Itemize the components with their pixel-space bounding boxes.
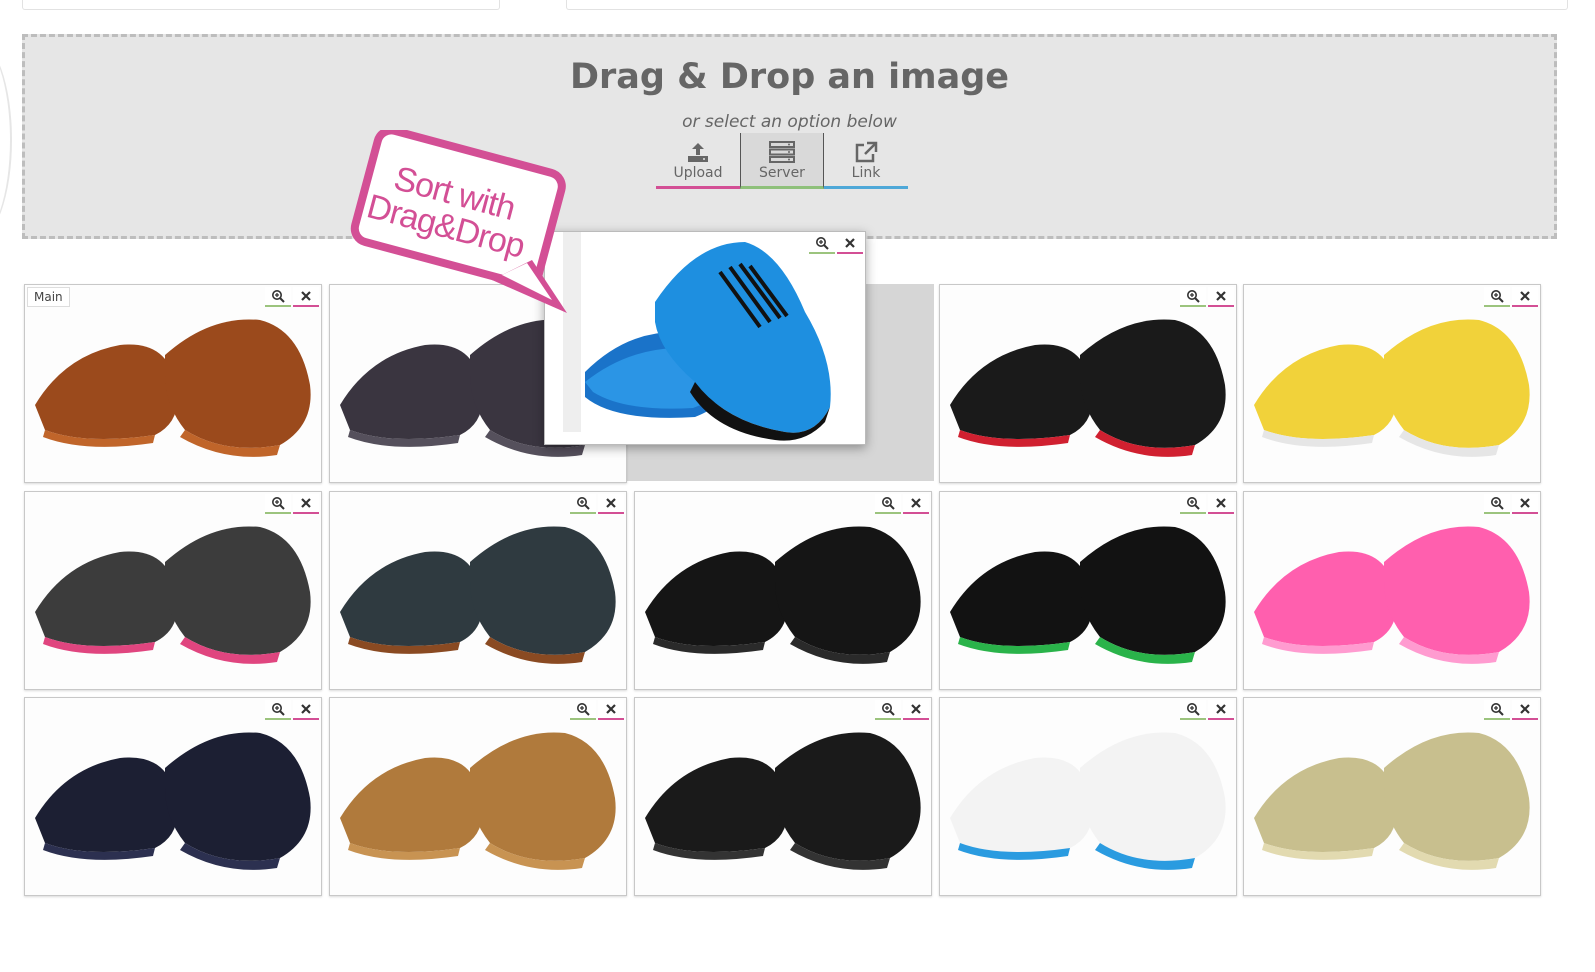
gallery-item[interactable] xyxy=(939,284,1237,483)
zoom-in-icon[interactable] xyxy=(265,287,291,307)
leather-boat-shoes-image xyxy=(330,492,626,689)
image-actions xyxy=(809,234,863,254)
tan-wedge-booties-image xyxy=(330,698,626,895)
image-actions xyxy=(1180,287,1234,307)
image-actions xyxy=(1180,700,1234,720)
image-actions xyxy=(1484,287,1538,307)
close-icon[interactable] xyxy=(1512,700,1538,720)
close-icon[interactable] xyxy=(903,700,929,720)
close-icon[interactable] xyxy=(903,494,929,514)
image-actions xyxy=(265,287,319,307)
gallery-item[interactable] xyxy=(939,697,1237,896)
zoom-in-icon[interactable] xyxy=(1484,494,1510,514)
image-actions xyxy=(1484,700,1538,720)
zoom-in-icon[interactable] xyxy=(570,494,596,514)
close-icon[interactable] xyxy=(293,287,319,307)
zoom-in-icon[interactable] xyxy=(1180,700,1206,720)
gold-ballet-flats-image xyxy=(1244,698,1540,895)
black-lug-boat-shoes-image xyxy=(635,698,931,895)
server-label: Server xyxy=(759,165,805,181)
gallery-item[interactable] xyxy=(939,491,1237,690)
zoom-in-icon[interactable] xyxy=(875,494,901,514)
close-icon[interactable] xyxy=(293,700,319,720)
black-red-basketball-sneakers-image xyxy=(940,285,1236,482)
black-suede-creepers-image xyxy=(635,492,931,689)
image-actions xyxy=(265,494,319,514)
dragging-image-card[interactable] xyxy=(544,231,866,445)
text-field-left[interactable] xyxy=(22,0,500,10)
image-actions xyxy=(1180,494,1234,514)
zoom-in-icon[interactable] xyxy=(875,700,901,720)
gallery-item[interactable] xyxy=(634,491,932,690)
text-field-right[interactable] xyxy=(566,0,1568,10)
zoom-in-icon[interactable] xyxy=(265,494,291,514)
close-icon[interactable] xyxy=(1512,494,1538,514)
gallery-item[interactable] xyxy=(24,697,322,896)
close-icon[interactable] xyxy=(293,494,319,514)
white-blue-running-shoes-image xyxy=(940,698,1236,895)
close-icon[interactable] xyxy=(1512,287,1538,307)
black-air-max-sneakers-image xyxy=(940,492,1236,689)
close-icon[interactable] xyxy=(598,494,624,514)
image-dropzone[interactable]: Drag & Drop an image or select an option… xyxy=(22,34,1557,239)
dragging-image xyxy=(563,232,831,441)
close-icon[interactable] xyxy=(598,700,624,720)
close-icon[interactable] xyxy=(1208,700,1234,720)
gallery-item[interactable] xyxy=(329,697,627,896)
close-icon[interactable] xyxy=(1208,287,1234,307)
close-icon[interactable] xyxy=(1208,494,1234,514)
zoom-in-icon[interactable] xyxy=(1484,700,1510,720)
external-link-icon xyxy=(824,141,908,165)
image-actions xyxy=(265,700,319,720)
gallery-item[interactable] xyxy=(634,697,932,896)
gallery-item[interactable] xyxy=(1243,491,1541,690)
zoom-in-icon[interactable] xyxy=(1180,494,1206,514)
server-button[interactable]: Server xyxy=(740,133,824,189)
link-label: Link xyxy=(851,165,881,181)
gallery-item[interactable] xyxy=(24,491,322,690)
server-icon xyxy=(741,141,823,165)
zoom-in-icon[interactable] xyxy=(809,234,835,254)
gallery-item[interactable]: Main xyxy=(24,284,322,483)
image-actions xyxy=(570,700,624,720)
link-button[interactable]: Link xyxy=(824,133,908,189)
zoom-in-icon[interactable] xyxy=(570,700,596,720)
gallery-item[interactable] xyxy=(1243,284,1541,483)
gallery-item[interactable] xyxy=(329,491,627,690)
close-icon[interactable] xyxy=(837,234,863,254)
upload-button[interactable]: Upload xyxy=(656,133,740,189)
pink-running-shoes-image xyxy=(1244,492,1540,689)
image-actions xyxy=(875,700,929,720)
brown-oxford-shoes-image xyxy=(25,285,321,482)
dropzone-subtitle: or select an option below xyxy=(682,112,897,132)
image-actions xyxy=(1484,494,1538,514)
upload-icon xyxy=(656,141,740,165)
zoom-in-icon[interactable] xyxy=(1180,287,1206,307)
image-actions xyxy=(570,494,624,514)
main-image-badge: Main xyxy=(27,287,70,307)
page-edge xyxy=(0,40,12,240)
dropzone-title: Drag & Drop an image xyxy=(569,57,1010,97)
gallery-item[interactable] xyxy=(1243,697,1541,896)
dropzone-options: Upload Server Link xyxy=(656,133,908,189)
navy-work-boots-image xyxy=(25,698,321,895)
zoom-in-icon[interactable] xyxy=(265,700,291,720)
zoom-in-icon[interactable] xyxy=(1484,287,1510,307)
grey-pink-high-top-sneakers-image xyxy=(25,492,321,689)
image-actions xyxy=(875,494,929,514)
white-yellow-sneakers-image xyxy=(1244,285,1540,482)
upload-label: Upload xyxy=(673,165,723,181)
